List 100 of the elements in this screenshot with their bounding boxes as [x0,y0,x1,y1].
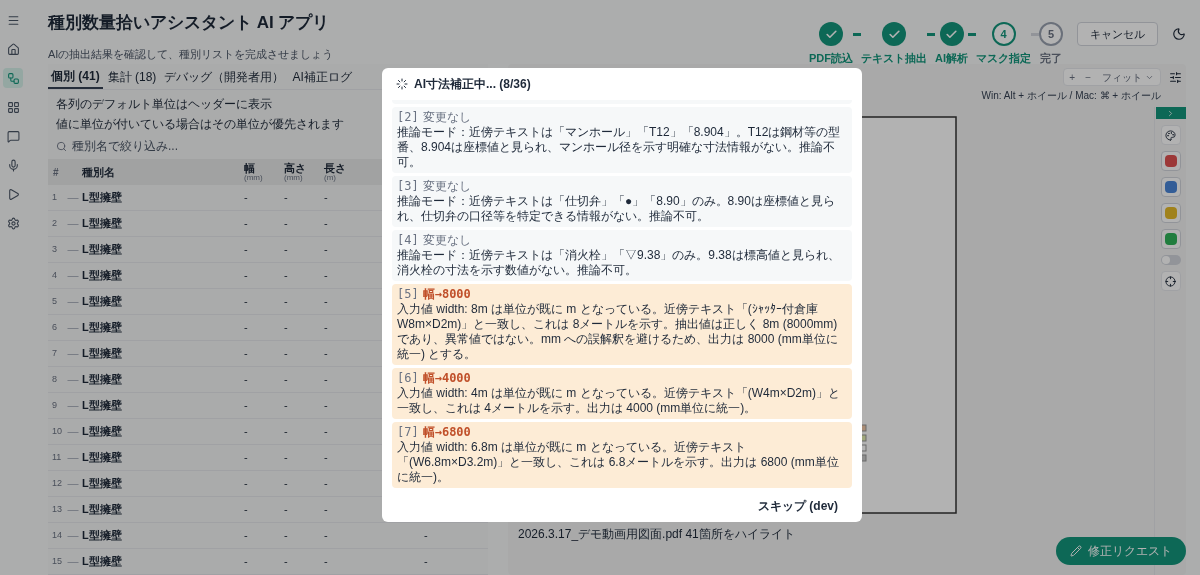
step-number: 4 [1000,26,1007,42]
entry-index: [5] [397,287,419,302]
table-cell: - [244,217,248,230]
column-header: 高さ [284,162,306,174]
collapse-button[interactable] [1155,107,1186,119]
entry-index: [3] [397,179,419,194]
pencil-icon [1070,545,1082,557]
entry-index: [4] [397,233,419,248]
row-number: 12 [51,476,63,490]
table-cell: - [244,451,248,464]
skip-button[interactable]: スキップ (dev) [752,493,844,519]
page-title: 種別数量拾いアシスタント AI アプリ [48,12,330,34]
table-cell: L型擁壁 [82,191,122,204]
table-cell: - [324,321,328,334]
tab[interactable]: デバッグ（開発者用） [161,64,288,89]
cancel-button[interactable]: キャンセル [1077,22,1158,46]
row-dash: — [66,294,80,310]
entry-result: 幅→8000 [422,287,471,302]
tab[interactable]: 個別 (41) [48,64,103,89]
row-number: 7 [51,346,58,360]
step-connector [853,33,861,36]
entry-index: [7] [397,425,419,440]
row-dash: — [66,346,80,362]
info-note: 値に単位が付いている場合はその単位が優先されます [56,116,344,133]
table-cell: - [324,347,328,360]
flow-icon[interactable] [3,68,23,88]
table-cell-text: - [424,554,428,570]
tab[interactable]: AI補正ログ [289,64,355,89]
tab[interactable]: 集計 (18) [104,64,160,89]
row-dash: — [66,424,80,440]
step-label: AI解析 [935,51,968,66]
check-icon [945,27,958,41]
row-number: 10 [51,424,63,438]
row-number: 4 [51,268,58,282]
table-cell: - [284,191,288,204]
column-header: 幅 [244,162,255,174]
step-label: 完了 [1040,51,1062,66]
zoom-out-button[interactable]: − [1080,69,1096,85]
page-subtitle: AIの抽出結果を確認して、種別リストを完成させましょう [48,46,334,62]
row-number: 11 [51,450,63,464]
chevron-icon [1166,108,1175,118]
table-cell: - [284,373,288,386]
fit-dropdown[interactable]: フィット [1096,69,1160,85]
table-cell-text: - [424,528,428,544]
spinner-icon [396,78,408,90]
row-number: 14 [51,528,63,542]
table-cell: - [244,191,248,204]
table-cell: - [244,373,248,386]
toggle-switch[interactable] [1160,255,1181,265]
palette-icon [1165,129,1176,141]
table-cell: - [284,477,288,490]
entry-result: 変更なし [422,179,471,194]
row-dash: — [66,242,80,258]
table-cell: L型擁壁 [82,425,122,438]
locate-button[interactable] [1160,271,1181,291]
row-number: 3 [51,242,58,256]
entry-result: 幅→6800 [422,425,471,440]
column-header: 長さ [324,162,346,174]
row-dash: — [66,190,80,206]
table-cell: - [284,451,288,464]
column-header: # [52,165,60,180]
table-cell: - [284,243,288,256]
entry-explanation: 入力値 width: 6.8m は単位が既に m となっている。近傍テキスト「(W6.8m×D3.2m)」と一致し、これは 6.8メートルを示す。出力は 6800 (mm単位に統一)。 [397,440,840,485]
step-label: PDF読込 [809,51,853,66]
row-number: 8 [51,372,58,386]
table-cell: - [324,295,328,308]
table-cell: - [244,529,248,542]
entry-explanation: 入力値 width: 4m は単位が既に m となっている。近傍テキスト「(W4m×D2m)」と一致し、これは 4メートルを示す。出力は 4000 (mm単位に統一)。 [397,386,841,416]
column-unit: (m) [324,173,336,182]
row-number: 15 [51,554,63,568]
table-cell: - [284,321,288,334]
check-icon [887,27,901,41]
row-number: 13 [51,502,63,516]
table-cell: L型擁壁 [82,451,122,464]
palette-button[interactable] [1160,125,1181,145]
table-cell: - [324,243,328,256]
table-cell: L型擁壁 [82,269,122,282]
table-cell: - [244,269,248,282]
table-cell: L型擁壁 [82,373,122,386]
table-cell: - [284,347,288,360]
step-connector [968,33,976,36]
table-cell: - [324,451,328,464]
table-cell: L型擁壁 [82,347,122,360]
table-cell: - [324,555,328,568]
table-cell: - [244,555,248,568]
table-cell: - [284,555,288,568]
entry-explanation: 推論モード：近傍テキストは「消火栓」「▽9.38」のみ。9.38は標高値と見られ、消火栓の寸法を示す数値がない。推論不可。 [397,248,841,278]
zoom-in-button[interactable]: + [1064,69,1081,85]
table-cell: - [324,217,328,230]
row-dash: — [66,554,80,570]
column-unit: (mm) [284,173,303,182]
row-number: 9 [51,398,58,412]
table-cell: - [244,425,248,438]
row-dash: — [66,528,80,544]
dark-mode-icon[interactable] [1172,27,1186,41]
table-cell: L型擁壁 [82,321,122,334]
table-cell: L型擁壁 [82,477,122,490]
table-cell: L型擁壁 [82,243,122,256]
check-icon [824,27,838,41]
settings-icon[interactable] [1169,71,1182,84]
